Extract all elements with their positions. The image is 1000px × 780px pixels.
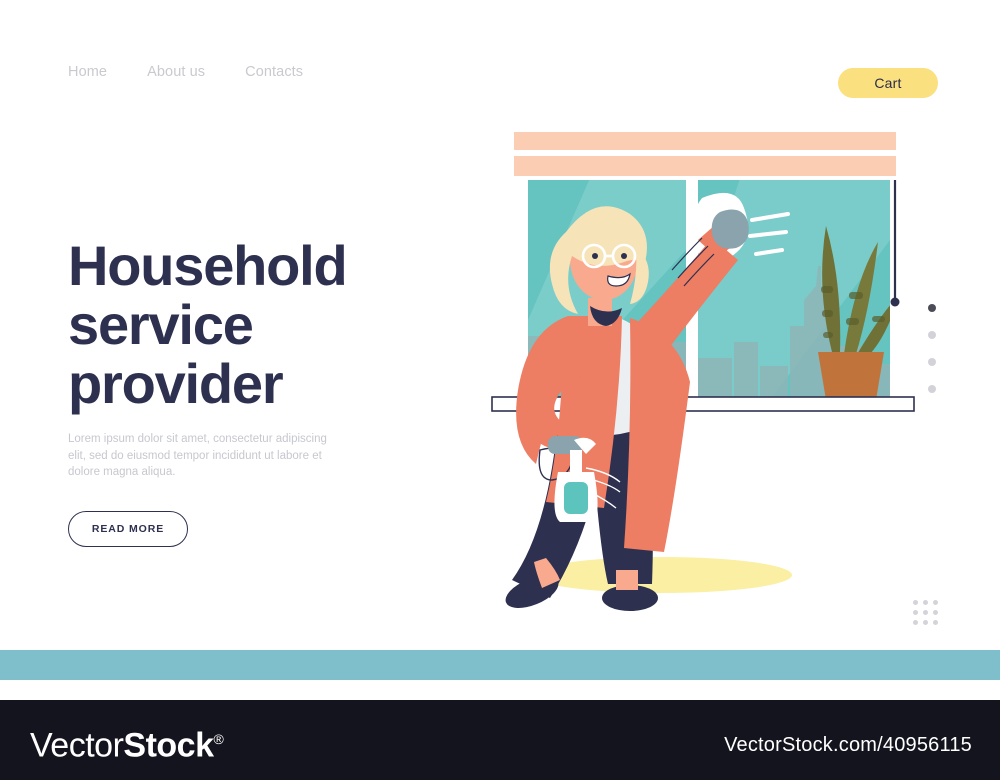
hero-section: Household service provider Lorem ipsum d…	[68, 236, 468, 547]
plant-pot	[818, 352, 884, 400]
logo-text-bold: Stock	[123, 726, 214, 765]
hero-subtitle: Lorem ipsum dolor sit amet, consectetur …	[68, 433, 327, 478]
nav-link-contacts[interactable]: Contacts	[245, 64, 303, 80]
registered-trademark-icon: ®	[213, 731, 224, 747]
nav-link-home[interactable]: Home	[68, 64, 107, 80]
top-navigation: Home About us Contacts Cart	[0, 0, 1000, 130]
read-more-button[interactable]: READ MORE	[68, 510, 188, 547]
hero-title-line-2: service	[68, 293, 254, 356]
floor-shadow	[532, 557, 792, 593]
vectorstock-logo: VectorStock®	[30, 722, 224, 762]
teal-divider-band	[0, 650, 1000, 680]
hero-title-line-1: Household	[68, 234, 348, 297]
window-blinds	[514, 132, 896, 176]
cart-button[interactable]: Cart	[838, 68, 938, 98]
logo-text-light: Vector	[30, 726, 124, 765]
page-title: Household service provider	[68, 236, 468, 413]
landing-page: Home About us Contacts Cart Household se…	[0, 0, 1000, 780]
glove-upper	[711, 209, 749, 249]
nav-link-about-us[interactable]: About us	[147, 64, 205, 80]
hero-title-line-3: provider	[68, 352, 284, 415]
footer-url: VectorStock.com/40956115	[724, 734, 972, 756]
hero-illustration	[440, 120, 970, 620]
nav-links: Home About us Contacts	[68, 64, 303, 80]
